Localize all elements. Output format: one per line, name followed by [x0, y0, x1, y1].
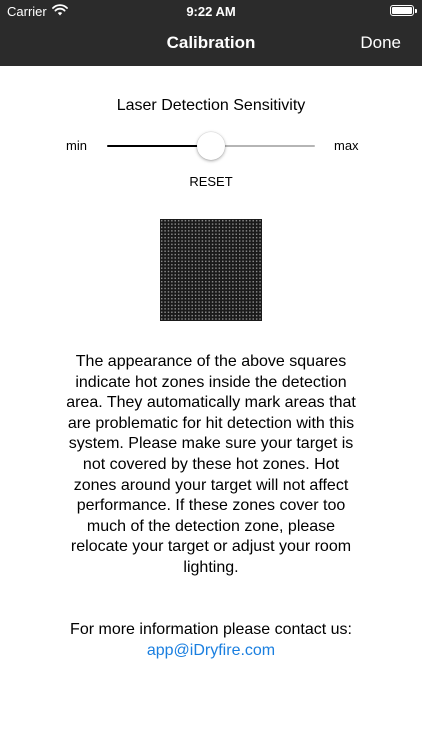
slider-thumb[interactable] [197, 132, 225, 160]
slider-min-label: min [66, 138, 87, 153]
done-button[interactable]: Done [360, 33, 401, 53]
battery-fill [392, 7, 412, 14]
battery-icon [390, 5, 417, 16]
sensitivity-slider[interactable] [107, 131, 315, 161]
status-time: 9:22 AM [186, 4, 236, 19]
reset-button[interactable]: RESET [0, 174, 422, 189]
sensitivity-title: Laser Detection Sensitivity [116, 97, 306, 114]
status-bar: Carrier 9:22 AM [0, 0, 422, 22]
slider-track-remaining [211, 145, 315, 147]
contact-info: For more information please contact us: … [60, 620, 362, 661]
hot-zones-preview [160, 219, 262, 321]
hot-zones-description: The appearance of the above squares indi… [66, 353, 356, 576]
slider-track-filled [107, 145, 211, 147]
slider-max-label: max [334, 138, 359, 153]
navigation-header: Carrier 9:22 AM Calibration Done [0, 0, 422, 66]
page-title: Calibration [166, 33, 256, 52]
email-link[interactable]: app@iDryfire.com [147, 642, 275, 659]
contact-text: For more information please contact us: [70, 621, 352, 638]
